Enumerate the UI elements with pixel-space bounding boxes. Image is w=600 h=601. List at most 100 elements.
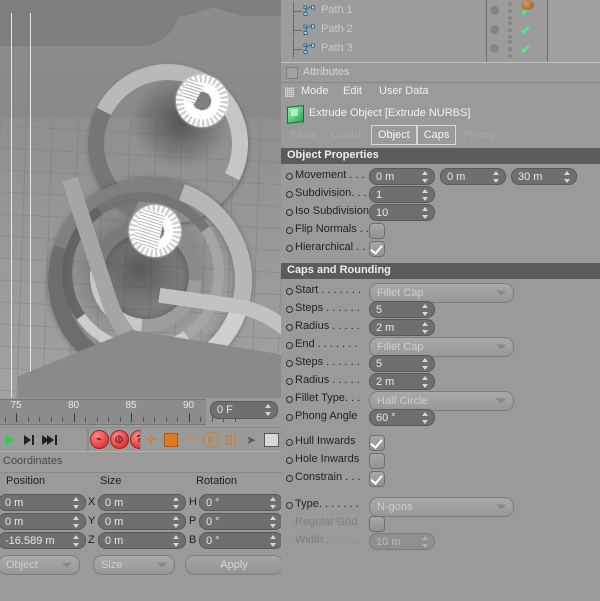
render-visibility-icon[interactable]: [508, 28, 512, 32]
tool-controls[interactable]: ✛ ◠ P ➤: [140, 427, 282, 452]
apply-button[interactable]: Apply: [185, 555, 283, 575]
object-manager-row-toggles[interactable]: ✔: [487, 40, 547, 58]
size-z-field[interactable]: 0 m: [98, 532, 186, 549]
menu-edit[interactable]: Edit: [343, 85, 362, 97]
property-bullet-icon[interactable]: [286, 378, 293, 385]
enable-dot-icon[interactable]: [490, 6, 499, 15]
object-tree-row[interactable]: Path 3: [281, 40, 486, 58]
property-bullet-icon[interactable]: [286, 414, 293, 421]
size-x-field[interactable]: 0 m: [98, 494, 186, 511]
property-bullet-icon[interactable]: [286, 439, 293, 446]
property-bullet-icon[interactable]: [286, 306, 293, 313]
tab-object[interactable]: Object: [370, 125, 417, 145]
field-spinner[interactable]: [422, 411, 429, 424]
step-forward-icon[interactable]: [19, 429, 39, 450]
size-z-spinner[interactable]: [173, 534, 180, 547]
render-visibility-icon[interactable]: [508, 9, 512, 13]
tab-basic[interactable]: Basic: [283, 125, 324, 145]
green-check-icon[interactable]: ✔: [520, 42, 532, 56]
green-check-icon[interactable]: ✔: [520, 23, 532, 37]
object-tree[interactable]: Path 1 Path 2 Path 3: [281, 0, 487, 62]
number-field[interactable]: 1: [369, 186, 435, 203]
scale-icon[interactable]: [161, 429, 181, 450]
field-spinner[interactable]: [422, 357, 429, 370]
grid-snap-icon[interactable]: [221, 429, 241, 450]
property-bullet-icon[interactable]: [286, 245, 293, 252]
field-spinner[interactable]: [422, 303, 429, 316]
frame-spinner[interactable]: [265, 404, 272, 416]
property-bullet-icon[interactable]: [286, 360, 293, 367]
number-field[interactable]: 0 m: [369, 168, 435, 185]
rotation-b-spinner[interactable]: [270, 534, 277, 547]
parametric-icon[interactable]: P: [201, 429, 221, 450]
field-spinner[interactable]: [422, 206, 429, 219]
position-y-spinner[interactable]: [73, 515, 80, 528]
attributes-tabs[interactable]: Basic Coord. Object Caps Phong: [283, 125, 502, 145]
enable-dot-icon[interactable]: [490, 25, 499, 34]
checkbox[interactable]: [369, 516, 385, 532]
editor-visibility-icon[interactable]: [508, 21, 512, 25]
field-spinner[interactable]: [422, 188, 429, 201]
viewport-3d[interactable]: [0, 0, 281, 398]
spline-icon[interactable]: [303, 43, 316, 55]
property-bullet-icon[interactable]: [286, 227, 293, 234]
coordinate-mode-select[interactable]: Object: [0, 555, 80, 575]
extra-dot-icon[interactable]: [508, 54, 512, 58]
record-key-icon[interactable]: ⌁: [89, 429, 109, 450]
number-field[interactable]: 10: [369, 204, 435, 221]
size-x-spinner[interactable]: [173, 496, 180, 509]
render-visibility-icon[interactable]: [508, 47, 512, 51]
property-bullet-icon[interactable]: [286, 457, 293, 464]
object-manager-empty-area[interactable]: [548, 0, 600, 62]
field-spinner[interactable]: [422, 170, 429, 183]
layout-icon[interactable]: [261, 429, 281, 450]
autokey-icon[interactable]: ◍: [109, 429, 129, 450]
rotate-icon[interactable]: ◠: [181, 429, 201, 450]
object-manager-row-toggles[interactable]: ✔: [487, 2, 547, 20]
tab-caps[interactable]: Caps: [416, 125, 457, 145]
position-x-spinner[interactable]: [73, 496, 80, 509]
play-icon[interactable]: [0, 429, 19, 450]
tab-coord[interactable]: Coord.: [324, 125, 371, 145]
number-field[interactable]: 0 m: [440, 168, 506, 185]
timeline-ruler[interactable]: 75 80 85 90: [0, 399, 236, 425]
field-spinner[interactable]: [493, 170, 500, 183]
position-z-field[interactable]: -16.589 m: [0, 532, 86, 549]
rotation-h-field[interactable]: 0 °: [199, 494, 283, 511]
menu-mode[interactable]: Mode: [301, 85, 329, 97]
property-bullet-icon[interactable]: [286, 502, 293, 509]
move-icon[interactable]: ✛: [141, 429, 161, 450]
size-y-field[interactable]: 0 m: [98, 513, 186, 530]
object-manager-columns[interactable]: ✔ ✔ ✔: [487, 0, 548, 62]
field-spinner[interactable]: [422, 375, 429, 388]
field-spinner[interactable]: [564, 170, 571, 183]
number-field[interactable]: 30 m: [511, 168, 577, 185]
number-field[interactable]: 2 m: [369, 373, 435, 390]
object-tree-row[interactable]: Path 1: [281, 2, 486, 20]
property-bullet-icon[interactable]: [286, 191, 293, 198]
spline-icon[interactable]: [303, 24, 316, 36]
property-bullet-icon[interactable]: [286, 342, 293, 349]
editor-visibility-icon[interactable]: [508, 2, 512, 6]
checkbox[interactable]: [369, 241, 385, 257]
transport-controls[interactable]: [0, 427, 88, 452]
rotation-b-field[interactable]: 0 °: [199, 532, 283, 549]
position-z-spinner[interactable]: [73, 534, 80, 547]
checkbox[interactable]: [369, 223, 385, 239]
property-bullet-icon[interactable]: [286, 173, 293, 180]
rotation-p-field[interactable]: 0 °: [199, 513, 283, 530]
tab-phong[interactable]: Phong: [456, 125, 502, 145]
checkbox[interactable]: [369, 435, 385, 451]
position-y-field[interactable]: 0 m: [0, 513, 86, 530]
animation-toolbar[interactable]: ⌁ ◍ ? ✛ ◠ P ➤: [0, 426, 282, 452]
timeline-bar[interactable]: 75 80 85 90 0 F: [0, 398, 281, 426]
current-frame-field[interactable]: 0 F: [210, 401, 278, 419]
size-mode-select[interactable]: Size: [93, 555, 175, 575]
property-bullet-icon[interactable]: [286, 324, 293, 331]
material-sphere-icon[interactable]: [521, 0, 534, 10]
selection-marker-upper[interactable]: [176, 75, 228, 127]
extra-dot-icon[interactable]: [508, 16, 512, 20]
checkbox[interactable]: [369, 453, 385, 469]
checkbox[interactable]: [369, 471, 385, 487]
property-bullet-icon[interactable]: [286, 475, 293, 482]
